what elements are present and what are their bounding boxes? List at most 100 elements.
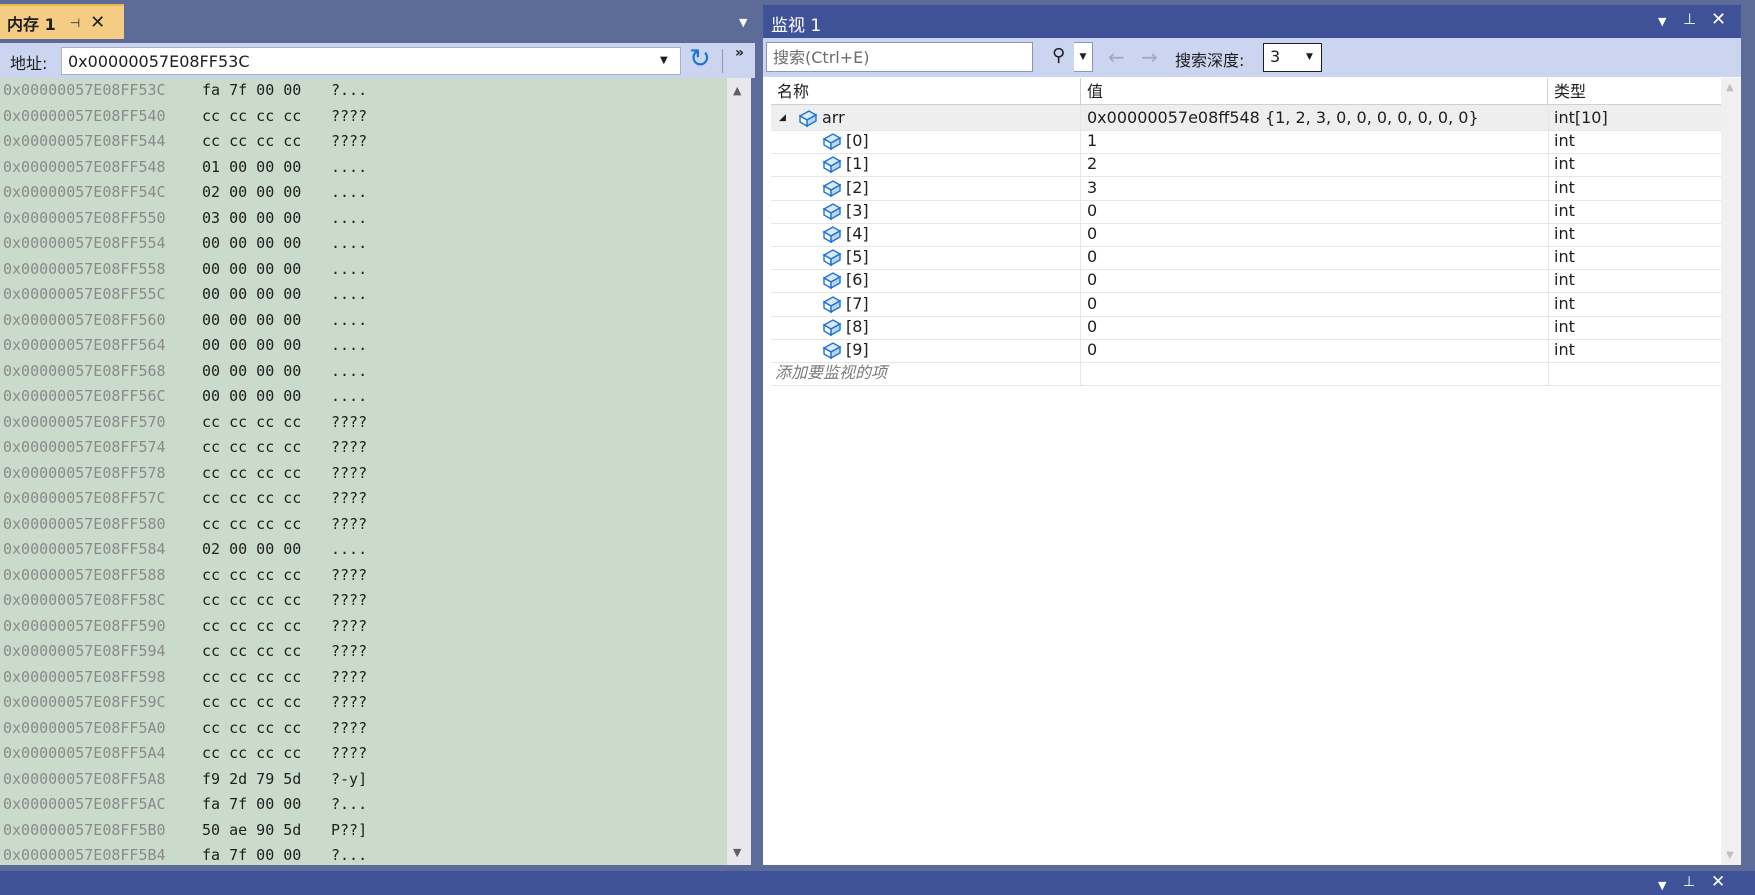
watch-row-element[interactable]: [6] 0 int [771,267,1721,294]
memory-row[interactable]: 0x00000057E08FF590 cc cc cc cc???? [0,614,727,640]
scroll-down-icon[interactable]: ▼ [1726,850,1734,861]
watch-row-element[interactable]: [1] 2 int [771,151,1721,178]
memory-bytes: 02 00 00 00 [202,540,302,558]
memory-address: 0x00000057E08FF54C [3,183,166,201]
close-icon[interactable]: ✕ [1711,872,1725,892]
memory-ascii: .... [331,157,368,176]
scroll-down-icon[interactable]: ▼ [733,846,741,859]
memory-row[interactable]: 0x00000057E08FF5A8 f9 2d 79 5d ?-y] [0,767,727,793]
memory-row[interactable]: 0x00000057E08FF5B0 50 ae 90 5d P??] [0,818,727,844]
scroll-up-icon[interactable]: ▲ [1726,82,1734,93]
variable-value[interactable]: 1 [1087,128,1542,154]
variable-value[interactable]: 0x00000057e08ff548 {1, 2, 3, 0, 0, 0, 0,… [1087,105,1542,131]
pin-icon[interactable]: ⊥ [1683,10,1696,28]
search-input[interactable] [766,42,1033,72]
memory-row[interactable]: 0x00000057E08FF580 cc cc cc cc???? [0,512,727,538]
memory-row[interactable]: 0x00000057E08FF5B4 fa 7f 00 00?... [0,843,727,865]
memory-row[interactable]: 0x00000057E08FF570 cc cc cc cc???? [0,410,727,436]
memory-row[interactable]: 0x00000057E08FF574 cc cc cc cc???? [0,435,727,461]
column-header-name[interactable]: 名称 [771,78,1081,105]
memory-content[interactable]: 0x00000057E08FF53C fa 7f 00 00?... 0x00000… [0,78,727,865]
memory-row[interactable]: 0x00000057E08FF578 cc cc cc cc???? [0,461,727,487]
search-depth-select[interactable]: 3 [1263,43,1322,72]
memory-row[interactable]: 0x00000057E08FF588 cc cc cc cc???? [0,563,727,589]
address-input[interactable] [61,47,681,75]
close-icon[interactable]: ✕ [1711,9,1726,30]
back-arrow-icon[interactable]: ← [1108,45,1125,69]
watch-row-element[interactable]: [2] 3 int [771,174,1721,201]
watch-row-element[interactable]: [8] 0 int [771,313,1721,340]
memory-row[interactable]: 0x00000057E08FF554 00 00 00 00.... [0,231,727,257]
memory-row[interactable]: 0x00000057E08FF568 00 00 00 00.... [0,359,727,385]
memory-row[interactable]: 0x00000057E08FF5A4 cc cc cc cc???? [0,741,727,767]
memory-row[interactable]: 0x00000057E08FF58C cc cc cc cc???? [0,588,727,614]
watch-row-element[interactable]: [3] 0 int [771,197,1721,224]
tab-memory-1[interactable]: 内存 1 ⊣ ✕ [0,4,124,39]
memory-row[interactable]: 0x00000057E08FF550 03 00 00 00.... [0,206,727,232]
watch-scrollbar[interactable]: ▲ ▼ [1721,78,1741,865]
scroll-up-icon[interactable]: ▲ [733,84,741,97]
watch-row-element[interactable]: [0] 1 int [771,128,1721,155]
memory-bytes: cc cc cc cc [202,565,302,584]
memory-address: 0x00000057E08FF544 [3,132,166,150]
memory-row[interactable]: 0x00000057E08FF540 cc cc cc cc???? [0,104,727,130]
watch-row-element[interactable]: [5] 0 int [771,244,1721,271]
variable-value[interactable]: 0 [1087,198,1542,224]
toolbar-overflow-icon[interactable]: » [735,45,744,61]
variable-value[interactable]: 0 [1087,244,1542,270]
add-watch-item-placeholder[interactable]: 添加要监视的项 [771,360,1081,387]
variable-value[interactable]: 0 [1087,291,1542,317]
variable-value[interactable]: 0 [1087,337,1542,363]
watch-row-element[interactable]: [7] 0 int [771,290,1721,317]
memory-row[interactable]: 0x00000057E08FF56C 00 00 00 00.... [0,384,727,410]
chevron-down-icon[interactable]: ▼ [1306,52,1313,62]
memory-row[interactable]: 0x00000057E08FF5AC fa 7f 00 00?... [0,792,727,818]
close-icon[interactable]: ✕ [90,13,105,32]
memory-ascii: .... [331,336,368,354]
refresh-icon[interactable]: ↻ [689,46,711,72]
memory-row[interactable]: 0x00000057E08FF560 00 00 00 00.... [0,308,727,334]
watch-row-arr[interactable]: ◢ arr 0x00000057e08ff548 {1, 2, 3, 0, 0, 0… [771,105,1721,131]
memory-row[interactable]: 0x00000057E08FF59C cc cc cc cc???? [0,690,727,716]
variable-value[interactable]: 3 [1087,175,1542,201]
memory-row[interactable]: 0x00000057E08FF5A0 cc cc cc cc???? [0,716,727,742]
window-menu-chevron-down-icon[interactable]: ▼ [1658,879,1666,892]
memory-ascii: .... [331,234,368,252]
memory-bytes: 00 00 00 00 [202,336,302,354]
variable-value[interactable]: 0 [1087,314,1542,340]
memory-window: 内存 1 ⊣ ✕ ▼ 地址: ▼ ↻ » 0x00000057E08FF53C f… [0,0,755,865]
column-header-value[interactable]: 值 [1081,78,1548,105]
memory-row[interactable]: 0x00000057E08FF53C fa 7f 00 00?... [0,78,727,104]
watch-title: 监视 1 [771,16,822,36]
variable-value[interactable]: 0 [1087,267,1542,293]
memory-row[interactable]: 0x00000057E08FF584 02 00 00 00.... [0,537,727,563]
memory-scrollbar[interactable]: ▲ ▼ [727,78,751,865]
memory-row[interactable]: 0x00000057E08FF55C 00 00 00 00.... [0,282,727,308]
add-watch-row[interactable]: 添加要监视的项 [771,360,1721,387]
memory-bytes: 00 00 00 00 [202,387,302,405]
variable-value[interactable]: 0 [1087,221,1542,247]
memory-row[interactable]: 0x00000057E08FF57C cc cc cc cc???? [0,486,727,512]
column-header-type[interactable]: 类型 [1548,78,1721,105]
variable-value[interactable]: 2 [1087,151,1542,177]
search-icon[interactable]: ⚲ [1052,45,1065,66]
memory-row[interactable]: 0x00000057E08FF594 cc cc cc cc???? [0,639,727,665]
expand-collapse-icon[interactable]: ◢ [779,105,786,131]
memory-row[interactable]: 0x00000057E08FF54C 02 00 00 00.... [0,180,727,206]
watch-row-element[interactable]: [4] 0 int [771,221,1721,247]
watch-row-element[interactable]: [9] 0 int [771,337,1721,363]
search-options-chevron-down-icon[interactable]: ▼ [1074,42,1093,72]
memory-row[interactable]: 0x00000057E08FF558 00 00 00 00.... [0,257,727,283]
forward-arrow-icon[interactable]: → [1141,45,1158,69]
memory-row[interactable]: 0x00000057E08FF564 00 00 00 00.... [0,333,727,359]
window-menu-chevron-down-icon[interactable]: ▼ [1658,15,1666,28]
pin-icon[interactable]: ⊥ [1683,874,1695,890]
memory-address: 0x00000057E08FF55C [3,285,166,303]
memory-row[interactable]: 0x00000057E08FF544 cc cc cc cc???? [0,129,727,155]
pin-icon[interactable]: ⊣ [70,16,80,30]
memory-row[interactable]: 0x00000057E08FF548 01 00 00 00.... [0,155,727,181]
window-menu-chevron-down-icon[interactable]: ▼ [739,16,747,29]
memory-row[interactable]: 0x00000057E08FF598 cc cc cc cc???? [0,665,727,691]
address-dropdown-chevron-down-icon[interactable]: ▼ [660,55,668,66]
memory-ascii: ???? [331,132,368,150]
